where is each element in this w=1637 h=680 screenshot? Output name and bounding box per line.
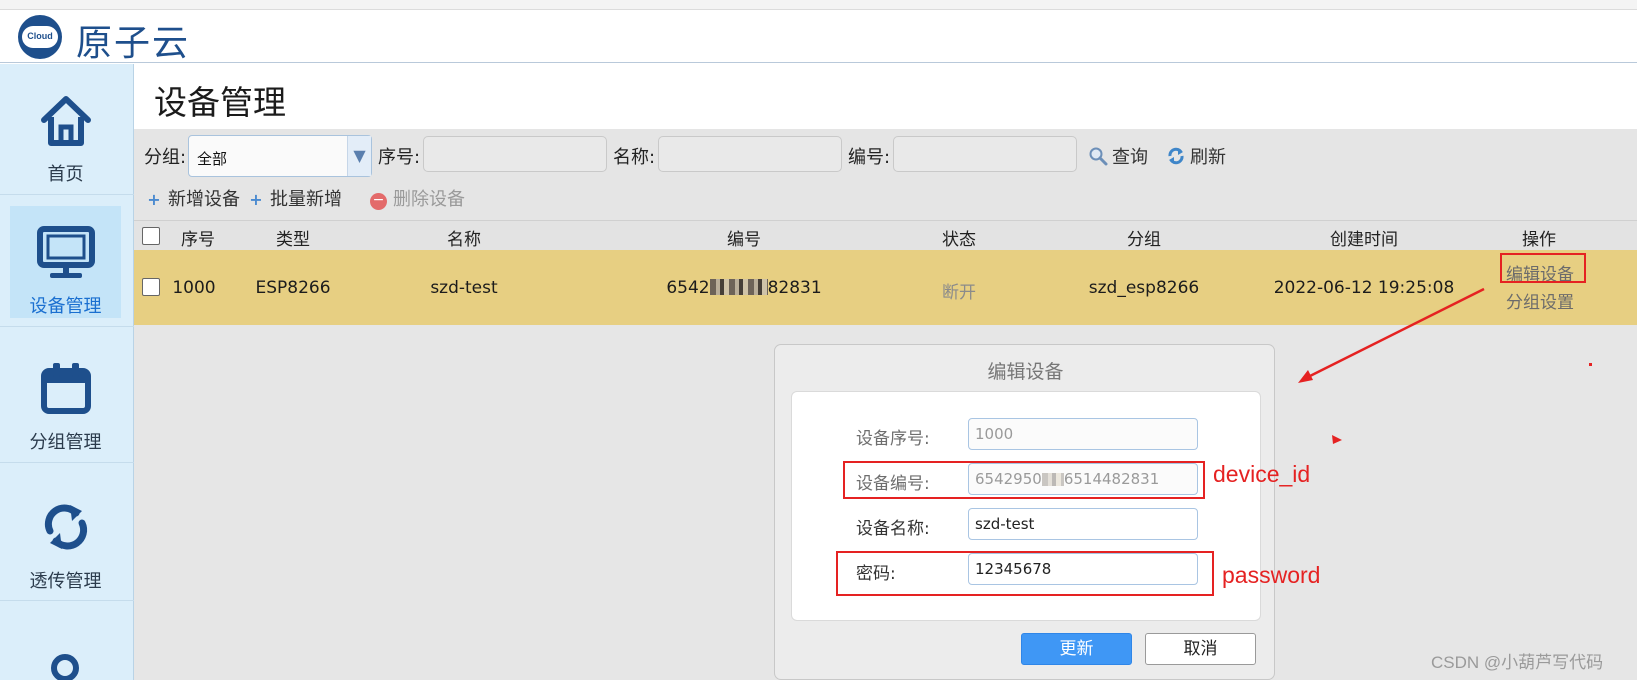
arrow-head-icon <box>1298 370 1313 383</box>
annotation-overlay <box>1298 287 1592 444</box>
annotation-arrow <box>1305 287 1485 380</box>
annotation-dot <box>1589 363 1592 366</box>
watermark: CSDN @小葫芦写代码 <box>1431 653 1604 672</box>
arrow-head-icon <box>1332 435 1342 444</box>
